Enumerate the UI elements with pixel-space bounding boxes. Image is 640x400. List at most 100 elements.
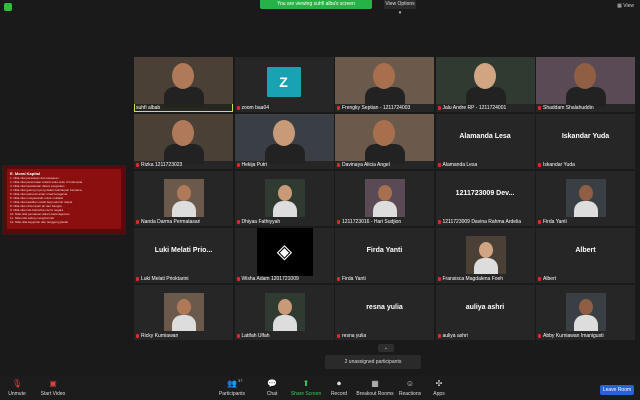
participant-photo [164,293,204,331]
microphone-muted-icon [136,276,139,281]
participant-name-label: Alamanda Lesa [437,162,477,168]
microphone-muted-icon [136,333,139,338]
participant-tile[interactable]: Fransisca Magdalena Foeh [435,228,535,283]
participant-name-label: suhfi albab [136,105,160,111]
shared-screen[interactable]: E. Moral Kapital 1. Nilai-nilai persatua… [2,165,126,235]
participant-tile[interactable]: Hekija Putri [234,114,334,169]
participant-tile[interactable]: resna yulia resna yulia [335,285,434,340]
participant-tile[interactable]: Luki Melati Prio... Luki Melati Prioktari… [134,228,233,283]
participant-tile[interactable]: auliya ashri auliya ashri [435,285,535,340]
participant-display-name: Albert [575,247,596,254]
participant-name: Hekija Putri [241,162,268,168]
participant-name-label: Abby Kurniawan Imanigusti [538,333,604,339]
participant-name-label: Davinaya Alicia Angel [337,162,390,168]
participant-name: Fransisca Magdalena Foeh [442,276,504,282]
participant-tile[interactable]: Abby Kurniawan Imanigusti [536,285,635,340]
shield-icon[interactable] [4,3,12,11]
participant-name: Firda Yanti [543,219,567,225]
participant-name-label: auliya ashri [437,333,468,339]
record-button[interactable]: ⏺ Record [328,379,350,397]
share-screen-button[interactable]: ⬆ Share Screen [290,379,322,397]
microphone-muted-icon [538,162,541,167]
microphone-muted-icon [538,333,541,338]
participant-video [435,57,535,107]
participant-name-label: Luki Melati Prioktarini [136,276,189,282]
participant-tile[interactable]: Ricky Kurniawan [134,285,233,340]
participant-name: Wisha Adam 1201721009 [241,276,299,282]
participant-name: zoom baa04 [241,105,270,111]
participants-button[interactable]: 👥 37 Participants [216,378,248,397]
start-video-button[interactable]: ▣ Start Video [38,379,68,397]
participant-name: suhfi albab [136,105,161,111]
participant-tile[interactable]: Latifah Ulfah [234,285,334,340]
participant-tile[interactable]: Dhiyaa Fathiyyah [234,171,334,226]
video-off-icon: ▣ [49,379,57,388]
microphone-muted-icon [538,219,541,224]
microphone-muted-icon [437,219,441,224]
participant-name: Luki Melati Prioktarini [141,276,189,282]
participant-name: Frengky Septian - 1211724003 [342,105,411,111]
breakout-rooms-button[interactable]: ▦ Breakout Rooms [356,379,394,397]
microphone-muted-icon [236,219,240,224]
participant-photo [566,293,606,331]
participant-name-label: resna yulia [337,333,366,339]
microphone-muted-icon [136,219,139,224]
view-button[interactable]: ▦ View [617,3,634,9]
participant-display-name: Iskandar Yuda [561,133,610,140]
microphone-muted-icon [538,276,541,281]
participant-display-name: 1211723009 Dev... [455,190,515,197]
microphone-muted-icon [337,105,340,110]
participant-name: Firda Yanti [342,276,366,282]
participant-name-label: Hekija Putri [236,162,268,168]
participant-name-label: Dhiyaa Fathiyyah [236,219,280,225]
participant-photo [566,179,606,217]
participant-tile[interactable]: Jalu Andre RP - 1211724001 [435,57,535,112]
avatar: Z [266,67,301,97]
participant-tile[interactable]: ◈ Wisha Adam 1201721009 [234,228,334,283]
participant-tile[interactable]: Iskandar Yuda Iskandar Yuda [536,114,635,169]
participant-name: Rizka 1211723023 [141,162,183,168]
participant-video [335,114,434,164]
participant-tile[interactable]: suhfi albab [134,57,233,112]
unassigned-participants[interactable]: 2 unassigned participants [325,355,421,369]
participant-tile[interactable]: Davinaya Alicia Angel [335,114,434,169]
participant-tile[interactable]: Zzoom baa04 [234,57,334,112]
participant-tile[interactable]: 1211723009 Dev... 1211723009 Davina Rahma… [435,171,535,226]
participant-tile[interactable]: Rizka 1211723023 [134,114,233,169]
reactions-button[interactable]: ☺ Reactions [398,379,422,397]
view-options-button[interactable]: View Options ▾ [384,0,416,16]
participant-tile[interactable]: Firda Yanti [536,171,635,226]
participant-tile[interactable]: Frengky Septian - 1211724003 [335,57,434,112]
participant-name: Iskandar Yuda [543,162,575,168]
microphone-muted-icon [236,105,240,110]
microphone-muted-icon [437,162,441,167]
logo-icon: ◈ [256,228,313,276]
apps-button[interactable]: ✣ Apps [430,379,448,397]
viewing-banner: You are viewing suhfi alba's screen [260,0,372,9]
chat-button[interactable]: 💬 Chat [262,379,282,397]
participants-icon: 👥 [227,379,237,388]
participant-name: Latifah Ulfah [241,333,270,339]
microphone-muted-icon [437,276,441,281]
participant-display-name: resna yulia [366,304,403,311]
participant-video [234,114,334,164]
participant-name-label: Wisha Adam 1201721009 [236,276,299,282]
participant-display-name: Alamanda Lesa [459,133,511,140]
participant-tile[interactable]: Nanda Darma Permatasari [134,171,233,226]
participant-tile[interactable]: Alamanda Lesa Alamanda Lesa [435,114,535,169]
participant-tile[interactable]: Firda Yanti Firda Yanti [335,228,434,283]
participant-photo [465,236,506,274]
chevron-down-icon[interactable]: ⌄ [378,344,394,352]
breakout-rooms-icon: ▦ [371,379,379,388]
unmute-button[interactable]: 🎙 Unmute [6,379,28,397]
participant-tile[interactable]: Albert Albert [536,228,635,283]
participant-name: Davinaya Alicia Angel [342,162,390,168]
participant-tile[interactable]: 1211723016 - Hari Sudjion [335,171,434,226]
leave-room-button[interactable]: Leave Room [600,385,634,395]
participant-tile[interactable]: Shaddam Shalahuddin [536,57,635,112]
shared-screen-content: E. Moral Kapital 1. Nilai-nilai persatua… [7,169,121,229]
participant-name: 1211723009 Davina Rahma Ardelia [442,219,522,225]
participant-name-label: Firda Yanti [337,276,366,282]
participant-name-label: 1211723009 Davina Rahma Ardelia [437,219,522,225]
participant-name-label: Frengky Septian - 1211724003 [337,105,410,111]
